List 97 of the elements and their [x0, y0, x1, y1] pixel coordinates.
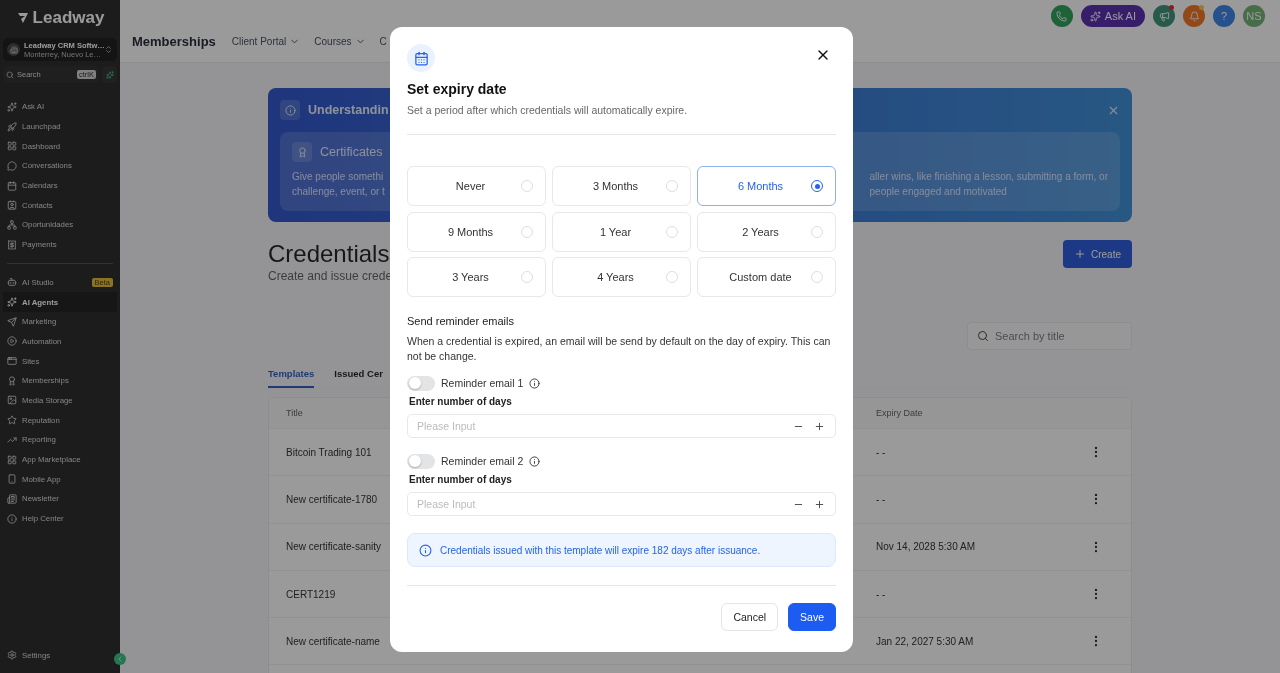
collapse-button[interactable]	[114, 653, 126, 665]
create-button[interactable]: Create	[1063, 240, 1132, 268]
chevrons-icon	[104, 45, 113, 54]
logo[interactable]: Leadway	[3, 10, 117, 26]
search-icon	[6, 70, 14, 79]
contact-card-icon	[7, 200, 17, 211]
search-field[interactable]: Search by title	[967, 322, 1132, 350]
megaphone-icon	[1158, 10, 1170, 22]
card-description: Give people somethi challenge, event, or t	[292, 170, 385, 199]
dialog-subtitle: Set a period after which credentials will automatically expire.	[407, 103, 689, 118]
table-cell: Bitcoin Trading 101	[286, 446, 372, 458]
reminder-note: When a credential is expired, an email will be send by default on the day of expiry. This can not be change.	[407, 334, 832, 363]
number-field[interactable]: Please Input	[407, 414, 836, 438]
sparkles-icon	[105, 70, 114, 79]
info-icon	[419, 543, 432, 557]
megaphone-button[interactable]	[1153, 5, 1175, 27]
toggle-label: Reminder email 1	[441, 377, 524, 389]
nav-link[interactable]: Client Portal	[231, 36, 301, 47]
section-heading: Send reminder emails	[407, 314, 515, 329]
search-icon	[977, 330, 989, 342]
credentials-title: Credentials	[268, 240, 391, 268]
number-field[interactable]: Please Input	[407, 492, 836, 516]
table-cell: New certificate-1780	[286, 493, 378, 505]
newspaper-icon	[7, 493, 17, 504]
period-option[interactable]: 9 Months	[407, 211, 546, 252]
table-cell: CERT1219	[286, 588, 336, 600]
phone-icon	[1056, 10, 1068, 22]
table-cell: Nov 14, 2028 5:30 AM	[876, 541, 975, 553]
trend-chart-icon	[7, 434, 17, 445]
play-circle-icon	[7, 336, 17, 347]
notice-text: Credentials issued with this template will expire 182 days after issuance.	[440, 544, 761, 556]
image-icon	[7, 395, 17, 406]
phone-device-icon	[7, 474, 17, 485]
period-option[interactable]: 1 Year	[552, 211, 691, 252]
building-icon	[7, 43, 20, 56]
receipt-icon	[7, 239, 17, 250]
table-cell: - -	[876, 446, 886, 458]
period-option[interactable]: 3 Years	[407, 257, 546, 297]
nav-link[interactable]: Courses	[314, 36, 366, 47]
settings-icon	[7, 650, 17, 661]
bell-button[interactable]	[1183, 5, 1205, 27]
dashboard-icon	[7, 141, 17, 152]
cancel-button[interactable]: Cancel	[721, 603, 779, 631]
period-option[interactable]: 3 Months	[552, 166, 691, 206]
page-title: Memberships	[132, 34, 216, 49]
period-option[interactable]: 4 Years	[552, 257, 691, 297]
period-option[interactable]: Custom date	[697, 257, 836, 297]
card-description: aller wins, like finishing a lesson, submitting a form, or people engaged and motivated	[869, 170, 1108, 199]
help-button[interactable]: ?	[1213, 5, 1235, 27]
chevron-left-icon	[116, 655, 124, 663]
calendar-icon	[407, 44, 435, 72]
field-label: Enter number of days	[408, 473, 513, 487]
bot-icon	[7, 277, 17, 288]
period-option[interactable]: Never	[407, 166, 546, 206]
info-icon	[529, 377, 541, 389]
plus-icon	[1074, 248, 1086, 260]
table-cell: New certificate-sanity	[286, 541, 382, 553]
grid-icon	[7, 454, 17, 465]
search-placeholder: Search by title	[995, 330, 1065, 342]
period-option[interactable]: 6 Months	[697, 166, 836, 206]
chat-bubble-icon	[7, 160, 17, 171]
toggle-switch[interactable]	[407, 375, 435, 391]
calendar-icon	[7, 180, 17, 191]
rocket-icon	[7, 121, 17, 132]
plus-icon	[814, 420, 825, 432]
toggle-label: Reminder email 2	[441, 455, 524, 467]
sparkles-icon	[7, 297, 17, 308]
send-icon	[7, 316, 17, 327]
plus-icon	[814, 498, 825, 510]
table-cell: - -	[876, 493, 886, 505]
banner-title: Understandin	[308, 103, 389, 117]
star-icon	[7, 415, 17, 426]
column-header: Title	[286, 408, 304, 418]
browser-window-icon	[7, 356, 17, 367]
table-cell: New certificate-name	[286, 635, 380, 647]
ask-ai-button[interactable]: Ask AI	[1080, 5, 1145, 27]
award-icon	[7, 375, 17, 386]
period-option[interactable]: 2 Years	[697, 211, 836, 252]
info-icon	[7, 513, 17, 524]
tab[interactable]: Issued Cer	[334, 368, 383, 388]
info-icon	[529, 455, 541, 467]
nav-link[interactable]: C	[379, 36, 387, 47]
bell-icon	[1188, 10, 1200, 22]
quick-action-button[interactable]	[102, 66, 117, 83]
field-label: Enter number of days	[408, 395, 513, 409]
table-cell: - -	[876, 588, 886, 600]
table-cell: Jan 22, 2027 5:30 AM	[876, 635, 974, 647]
network-icon	[7, 219, 17, 230]
card-title: Certificates	[320, 145, 383, 159]
sparkles-icon	[7, 101, 17, 112]
tab[interactable]: Templates	[268, 368, 315, 388]
toggle-switch[interactable]	[407, 453, 435, 469]
column-header: Expiry Date	[876, 408, 924, 418]
save-button[interactable]: Save	[788, 603, 836, 631]
sparkles-icon	[1089, 10, 1101, 22]
phone-button[interactable]	[1050, 5, 1073, 27]
dialog-title: Set expiry date	[407, 80, 508, 98]
